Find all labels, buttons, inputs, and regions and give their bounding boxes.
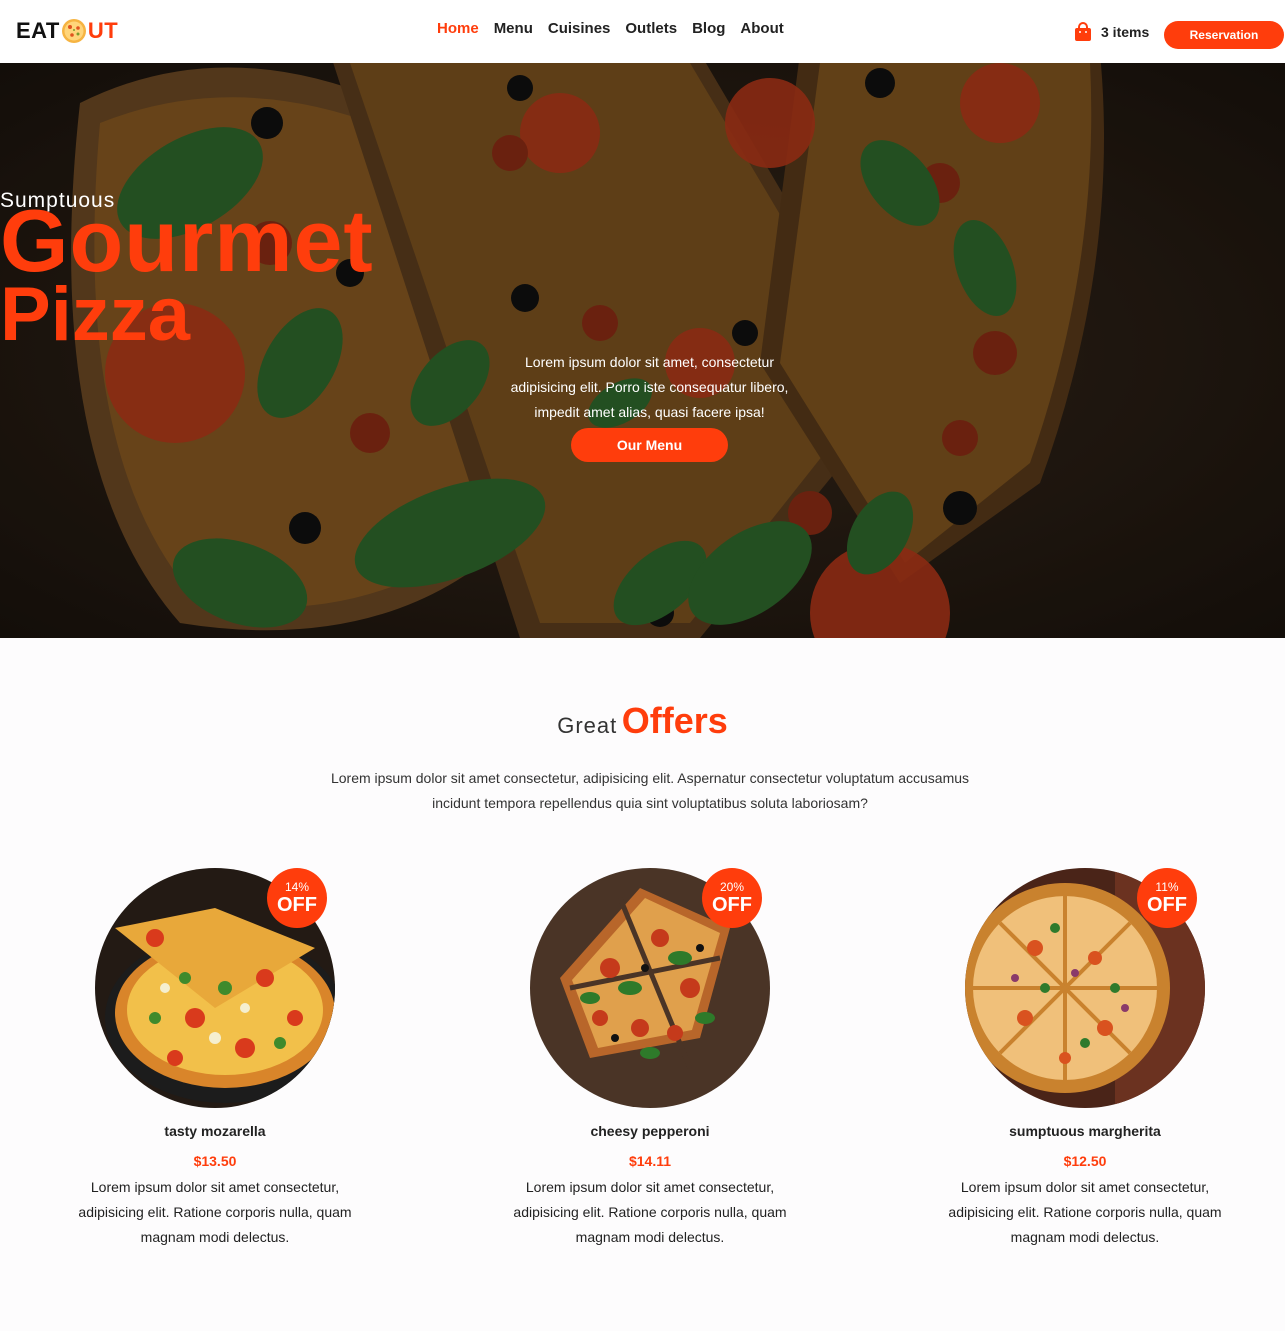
top-navbar: EAT UT Home Menu Cuisines Outlets Blog A… (0, 0, 1285, 63)
nav-link-home[interactable]: Home (437, 20, 479, 37)
hero-title-line1: Gourmet (0, 191, 374, 290)
discount-off-label: OFF (712, 894, 752, 916)
offer-name: cheesy pepperoni (590, 1123, 710, 1139)
offer-description: Lorem ipsum dolor sit amet consectetur, … (78, 1179, 352, 1245)
offer-price: $13.50 (193, 1153, 237, 1169)
offer-card[interactable]: 11% OFF sumptuous margherita $12.50 Lore… (935, 868, 1235, 1250)
nav-link-menu[interactable]: Menu (494, 20, 533, 37)
offer-price: $14.11 (628, 1153, 672, 1169)
hero-description: Lorem ipsum dolor sit amet, consectetur … (510, 354, 789, 420)
offer-name: tasty mozarella (164, 1123, 266, 1139)
cart-link[interactable]: 3 items (1073, 22, 1149, 42)
discount-percent: 14% (284, 880, 310, 894)
reservation-button[interactable]: Reservation (1164, 21, 1284, 49)
pizza-icon (61, 19, 86, 43)
offer-description: Lorem ipsum dolor sit amet consectetur, … (513, 1179, 787, 1245)
offer-card[interactable]: 20% OFF cheesy pepperoni $14.11 Lorem ip… (500, 868, 800, 1250)
offer-card[interactable]: 14% OFF tasty mozarella $13.50 Lorem ips… (65, 868, 365, 1250)
main-menu: Home Menu Cuisines Outlets Blog About (437, 20, 799, 37)
nav-link-about[interactable]: About (740, 20, 783, 37)
discount-percent: 11% (1155, 880, 1179, 894)
offer-price: $12.50 (1063, 1153, 1107, 1169)
shopping-bag-icon (1075, 22, 1091, 41)
discount-off-label: OFF (1147, 894, 1187, 916)
brand-left: EAT (16, 18, 60, 43)
our-menu-button[interactable]: Our Menu (571, 428, 728, 462)
discount-badge: 20% OFF (702, 868, 762, 928)
discount-badge: 14% OFF (267, 868, 327, 928)
nav-link-outlets[interactable]: Outlets (625, 20, 677, 37)
offers-description: Lorem ipsum dolor sit amet consectetur, … (330, 770, 970, 811)
offers-heading-small: Great (557, 713, 618, 738)
cart-count: 3 items (1101, 24, 1150, 40)
discount-percent: 20% (719, 880, 745, 894)
brand-right: UT (87, 18, 119, 43)
offer-description: Lorem ipsum dolor sit amet consectetur, … (948, 1179, 1222, 1245)
nav-link-cuisines[interactable]: Cuisines (548, 20, 611, 37)
hero-title-line2: Pizza (0, 272, 191, 357)
hero-banner: Sumptuous Gourmet Pizza Lorem ipsum dolo… (0, 63, 1285, 638)
discount-off-label: OFF (277, 894, 317, 916)
nav-link-blog[interactable]: Blog (692, 20, 725, 37)
offer-image-wrap: 14% OFF (95, 868, 335, 1108)
offer-image-wrap: 20% OFF (530, 868, 770, 1108)
discount-badge: 11% OFF (1137, 868, 1197, 928)
offers-heading: Great Offers (0, 700, 1285, 742)
offer-image-wrap: 11% OFF (965, 868, 1205, 1108)
brand-logo[interactable]: EAT UT (16, 18, 118, 44)
offers-heading-big: Offers (621, 700, 728, 741)
offer-name: sumptuous margherita (1009, 1123, 1161, 1139)
